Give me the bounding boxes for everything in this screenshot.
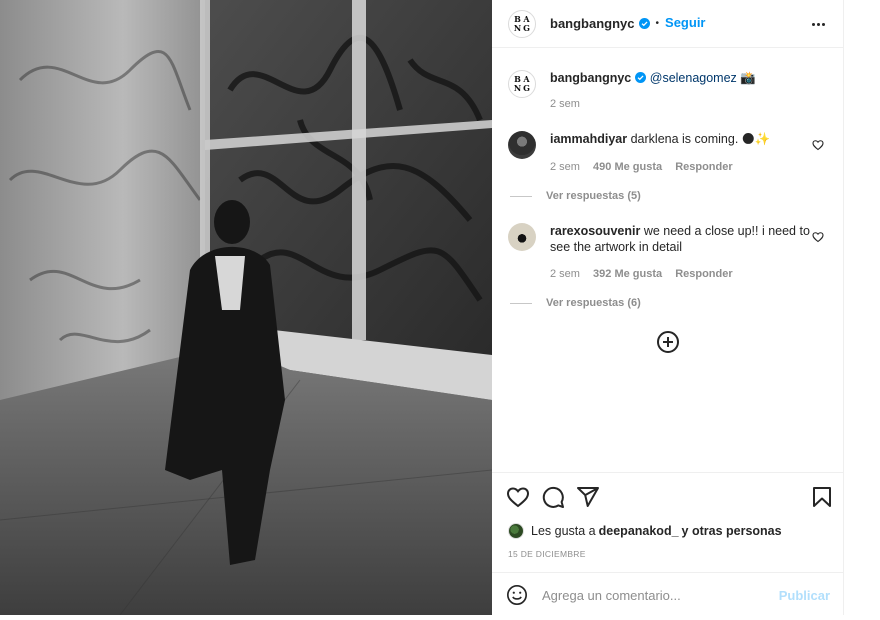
post-header: BANG bangbangnyc • Seguir [492, 0, 844, 48]
comment-body: darklena is coming. 🌑✨ [630, 132, 771, 146]
caption-avatar[interactable]: BANG [508, 70, 536, 98]
replies-divider [510, 302, 532, 304]
publish-button[interactable]: Publicar [779, 588, 830, 603]
post-actions: Les gusta a deepanakod_ y otras personas… [492, 472, 844, 572]
comment-item: iammahdiyar darklena is coming. 🌑✨ 2 sem… [508, 131, 828, 211]
likes-others[interactable]: y otras personas [682, 524, 782, 538]
comment-username[interactable]: rarexosouvenir [550, 224, 640, 238]
commenter-avatar[interactable] [508, 131, 536, 159]
post-date[interactable]: 15 DE DICIEMBRE [508, 549, 586, 559]
comment-time[interactable]: 2 sem [550, 161, 580, 173]
caption: BANG bangbangnyc @selenagomez 📸 2 sem [508, 70, 828, 116]
comment-meta: 2 sem 392 Me gusta Responder [550, 268, 743, 280]
emoji-icon[interactable] [506, 584, 528, 606]
share-icon[interactable] [576, 485, 600, 509]
verified-badge-icon [635, 72, 647, 83]
comment-like-heart-icon[interactable] [812, 139, 824, 151]
author-avatar[interactable]: BANG [508, 9, 536, 38]
logo-letter: N [513, 22, 522, 33]
page-background [844, 0, 880, 620]
post-photo[interactable] [0, 0, 492, 615]
comment-text: iammahdiyar darklena is coming. 🌑✨ [550, 131, 810, 147]
comment-likes[interactable]: 392 Me gusta [593, 268, 662, 280]
comment-time[interactable]: 2 sem [550, 268, 580, 280]
post-details-panel: BANG bangbangnyc • Seguir BANG bangbangn… [492, 0, 844, 615]
comment-text: rarexosouvenir we need a close up!! i ne… [550, 223, 810, 255]
caption-username[interactable]: bangbangnyc [550, 71, 631, 85]
caption-time[interactable]: 2 sem [550, 98, 580, 110]
liker-avatar[interactable] [508, 523, 524, 539]
photo-artwork [0, 0, 492, 615]
logo-letter: G [523, 83, 530, 93]
liker-username[interactable]: deepanakod_ [599, 524, 679, 538]
comment-meta: 2 sem 490 Me gusta Responder [550, 161, 743, 173]
author-username[interactable]: bangbangnyc [550, 16, 635, 31]
comment-input[interactable]: Agrega un comentario... [542, 588, 681, 603]
likes-summary: Les gusta a deepanakod_ y otras personas [508, 523, 785, 539]
view-replies-label: Ver respuestas (6) [546, 297, 641, 309]
comment-username[interactable]: iammahdiyar [550, 132, 627, 146]
comment-like-heart-icon[interactable] [812, 231, 824, 243]
comments-section: BANG bangbangnyc @selenagomez 📸 2 sem ia… [492, 48, 844, 472]
caption-meta: 2 sem [550, 98, 590, 110]
view-replies-button[interactable]: Ver respuestas (6) [508, 297, 641, 309]
comment-likes[interactable]: 490 Me gusta [593, 161, 662, 173]
camera-emoji: 📸 [740, 71, 756, 85]
caption-mention[interactable]: @selenagomez [650, 71, 737, 85]
commenter-avatar[interactable] [508, 223, 536, 251]
comment-item: rarexosouvenir we need a close up!! i ne… [508, 223, 828, 319]
logo-letter: N [513, 83, 522, 93]
bookmark-icon[interactable] [810, 485, 834, 509]
comment-icon[interactable] [541, 485, 565, 509]
more-options-icon[interactable] [808, 14, 828, 34]
caption-text: bangbangnyc @selenagomez 📸 [550, 70, 810, 86]
comment-composer: Agrega un comentario... Publicar [492, 572, 844, 615]
reply-button[interactable]: Responder [675, 161, 732, 173]
verified-badge-icon [638, 18, 650, 29]
logo-letter: G [523, 22, 530, 33]
plus-circle-icon[interactable] [656, 330, 680, 354]
heart-icon[interactable] [506, 485, 530, 509]
view-replies-label: Ver respuestas (5) [546, 190, 641, 202]
separator-dot: • [655, 18, 660, 29]
view-replies-button[interactable]: Ver respuestas (5) [508, 190, 641, 202]
reply-button[interactable]: Responder [675, 268, 732, 280]
follow-button[interactable]: Seguir [665, 15, 705, 30]
replies-divider [510, 195, 532, 197]
likes-prefix: Les gusta a [531, 524, 596, 538]
